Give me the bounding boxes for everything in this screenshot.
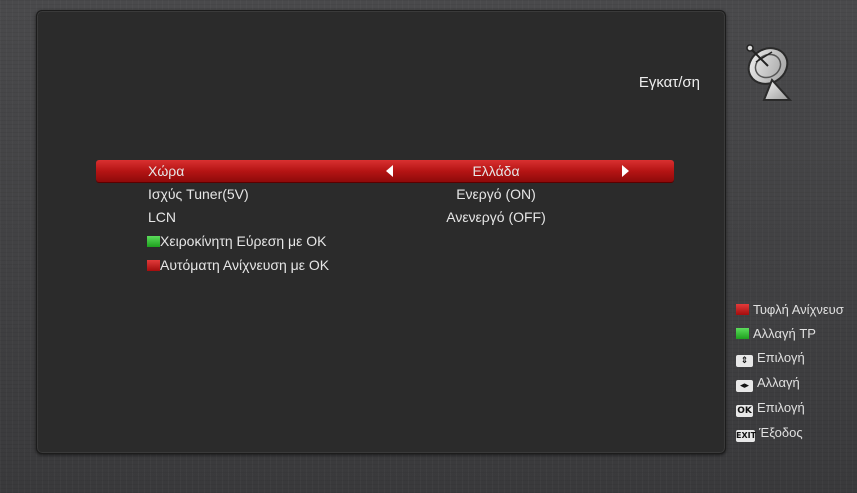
up-down-key-icon: ⇕: [736, 355, 753, 367]
lcn-value: Ανενεργό (OFF): [446, 209, 546, 225]
arrow-left-icon[interactable]: [386, 165, 393, 177]
hint-ok-select: OK Επιλογή: [736, 399, 805, 417]
tuner-power-label: Ισχύς Tuner(5V): [148, 186, 249, 202]
country-label: Χώρα: [148, 163, 185, 179]
ok-key-icon: OK: [736, 405, 753, 417]
lcn-label: LCN: [148, 209, 177, 225]
country-value: Ελλάδα: [472, 163, 520, 179]
hint-label: Επιλογή: [757, 400, 805, 415]
hint-select-updown: ⇕ Επιλογή: [736, 349, 805, 367]
left-right-key-icon: ◂▸: [736, 380, 753, 392]
red-key-icon: [147, 260, 160, 271]
menu-row-lcn[interactable]: LCN Ανενεργό (OFF): [96, 206, 674, 228]
hint-change-leftright: ◂▸ Αλλαγή: [736, 374, 800, 392]
manual-scan-item: Χειροκίνητη Εύρεση με OK: [147, 230, 326, 252]
exit-key-icon: EXIT: [736, 430, 757, 442]
auto-scan-label: Αυτόματη Ανίχνευση με OK: [160, 257, 330, 273]
manual-scan-label: Χειροκίνητη Εύρεση με OK: [160, 233, 327, 249]
menu-row-tuner-power[interactable]: Ισχύς Tuner(5V) Ενεργό (ON): [96, 183, 674, 205]
menu-row-auto-scan[interactable]: Αυτόματη Ανίχνευση με OK: [96, 254, 674, 276]
hint-change-tp: Αλλαγή TP: [736, 325, 816, 343]
menu-row-country[interactable]: Χώρα Ελλάδα: [96, 160, 674, 182]
tuner-power-value: Ενεργό (ON): [456, 186, 536, 202]
auto-scan-item: Αυτόματη Ανίχνευση με OK: [147, 254, 329, 276]
hint-label: Επιλογή: [757, 350, 805, 365]
hint-exit: EXIT Έξοδος: [736, 424, 803, 442]
green-key-icon: [147, 236, 160, 247]
hint-blind-scan: Τυφλή Ανίχνευσ: [736, 301, 844, 319]
hint-label: Έξοδος: [759, 425, 803, 440]
green-key-icon: [736, 328, 749, 339]
hint-label: Αλλαγή TP: [753, 326, 816, 341]
satellite-dish-icon: [746, 44, 793, 101]
menu-row-manual-scan[interactable]: Χειροκίνητη Εύρεση με OK: [96, 230, 674, 252]
page-title: Εγκατ/ση: [638, 74, 700, 91]
red-key-icon: [736, 304, 749, 315]
hint-label: Τυφλή Ανίχνευσ: [753, 302, 844, 317]
arrow-right-icon[interactable]: [622, 165, 629, 177]
hint-label: Αλλαγή: [757, 375, 800, 390]
